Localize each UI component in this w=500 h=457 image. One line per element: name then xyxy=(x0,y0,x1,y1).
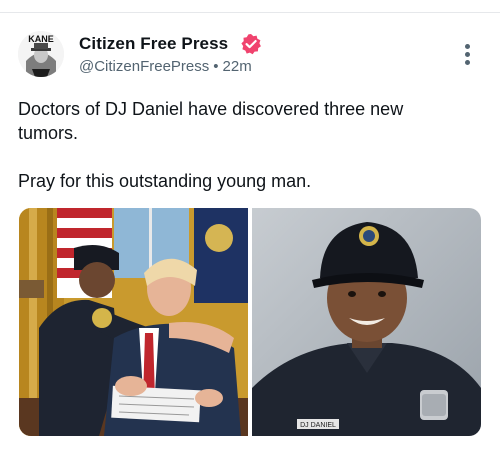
post-timestamp[interactable]: 22m xyxy=(223,58,252,75)
more-vertical-icon[interactable] xyxy=(458,44,476,68)
post-text-line: Doctors of DJ Daniel have discovered thr… xyxy=(18,99,404,143)
avatar-image: KANE xyxy=(18,31,64,77)
top-divider xyxy=(0,0,500,13)
meta-separator: • xyxy=(213,58,219,75)
author-handle[interactable]: @CitizenFreePress xyxy=(79,58,209,75)
post-text-line: Pray for this outstanding young man. xyxy=(18,171,312,191)
avatar-logo-text: KANE xyxy=(28,34,54,44)
post-card[interactable]: KANE Citizen Free Press @CitizenFreePres… xyxy=(0,13,500,457)
verified-badge-icon xyxy=(241,34,261,55)
nameplate-text: DJ DANIEL xyxy=(300,422,336,429)
media-grid: DJ DANIEL xyxy=(19,208,481,436)
photo-portrait-image: DJ DANIEL xyxy=(252,208,481,436)
photo-hug[interactable] xyxy=(19,208,248,436)
photo-portrait[interactable]: DJ DANIEL xyxy=(252,208,481,436)
author-meta: @CitizenFreePress • 22m xyxy=(79,58,252,75)
avatar[interactable]: KANE xyxy=(18,31,64,77)
author-display-name[interactable]: Citizen Free Press xyxy=(79,34,228,54)
post-text: Doctors of DJ Daniel have discovered thr… xyxy=(18,97,468,217)
photo-hug-image xyxy=(19,208,248,436)
